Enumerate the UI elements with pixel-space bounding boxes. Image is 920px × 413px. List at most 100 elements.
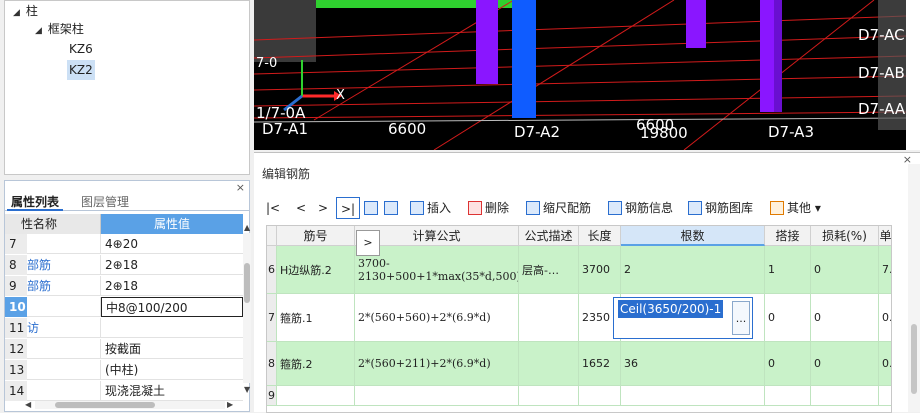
viewport-side-strip (906, 0, 920, 150)
table-cell[interactable]: 0 (811, 294, 879, 341)
column (686, 0, 706, 48)
property-value[interactable]: 2⊕18 (101, 255, 243, 275)
property-value[interactable] (101, 318, 243, 338)
table-cell[interactable] (519, 294, 579, 341)
property-row[interactable]: 10 中8@100/200 (5, 297, 243, 317)
column-header[interactable]: 损耗(%) (811, 226, 879, 246)
tab-property-list[interactable]: 属性列表 (7, 193, 64, 211)
property-row[interactable]: 14 现浇混凝土 (5, 381, 243, 401)
more-button[interactable]: ... (732, 301, 750, 335)
first-row-button[interactable]: |< (266, 197, 280, 219)
table-cell[interactable] (277, 386, 355, 405)
scroll-right-icon[interactable]: ▶ (227, 400, 233, 409)
last-row-button[interactable]: >| (336, 197, 361, 219)
table-cell[interactable] (621, 386, 765, 405)
expand-icon[interactable]: ◢ (13, 8, 20, 18)
editor-toolbar: |< < > >| 插入 删除 缩尺配筋 钢筋信息 钢筋图库 其他 ▾ (262, 197, 912, 221)
table-cell[interactable]: 箍筋.1 (277, 294, 355, 341)
table-cell: 7 (267, 294, 277, 341)
property-value[interactable]: 中8@100/200 (101, 297, 243, 317)
editor-vertical-scrollbar[interactable] (908, 164, 920, 412)
table-cell[interactable]: 0.9 (879, 294, 891, 341)
next-row-button[interactable]: > (318, 197, 328, 219)
table-cell[interactable]: 1652 (579, 342, 621, 385)
table-cell[interactable] (519, 342, 579, 385)
scrollbar-thumb[interactable] (911, 324, 917, 394)
property-row[interactable]: 12 按截面 (5, 339, 243, 359)
table-cell[interactable] (811, 386, 879, 405)
column-header[interactable]: 公式描述 (519, 226, 579, 246)
table-cell[interactable]: 箍筋.2 (277, 342, 355, 385)
property-row[interactable]: 9 部筋 2⊕18 (5, 276, 243, 296)
tree-item-frame-column[interactable]: ◢ 框架柱 (35, 19, 84, 39)
table-row[interactable]: 8箍筋.22*(560+211)+2*(6.9*d)165236000.6 (267, 342, 891, 386)
table-cell[interactable]: 2*(560+211)+2*(6.9*d) (355, 342, 519, 385)
column-header[interactable]: 单 (879, 226, 891, 246)
table-cell[interactable]: 0 (811, 342, 879, 385)
table-cell[interactable] (879, 386, 891, 405)
count-edit-text[interactable]: Ceil(3650/200)-1 (618, 300, 724, 318)
property-value[interactable]: 2⊕18 (101, 276, 243, 296)
grid-label: D7-A3 (768, 123, 814, 141)
column-header[interactable]: 根数 (621, 226, 765, 246)
tab-layer-manager[interactable]: 图层管理 (77, 193, 133, 211)
move-up-button[interactable] (364, 197, 381, 219)
table-cell[interactable]: 2*(560+560)+2*(6.9*d) (355, 294, 519, 341)
property-vertical-scrollbar[interactable] (243, 233, 251, 383)
property-value[interactable]: 按截面 (101, 339, 243, 359)
property-table-header: 性名称 属性值 (5, 214, 243, 234)
rebar-library-button[interactable]: 钢筋图库 (688, 197, 753, 219)
table-cell[interactable]: 3700 (579, 246, 621, 293)
insert-button[interactable]: 插入 (410, 197, 451, 219)
scale-rebar-button[interactable]: 缩尺配筋 (526, 197, 591, 219)
table-cell[interactable]: 7.4 (879, 246, 891, 293)
property-name (27, 360, 101, 380)
column-header[interactable]: 搭接 (765, 226, 811, 246)
property-row[interactable]: 8 部筋 2⊕18 (5, 255, 243, 275)
table-cell[interactable]: 0 (811, 246, 879, 293)
row-number: 11 (5, 318, 27, 338)
expand-icon[interactable]: ◢ (35, 26, 42, 36)
table-cell[interactable]: 层高-… (519, 246, 579, 293)
property-name: 访 (27, 318, 101, 338)
table-cell[interactable]: 1 (765, 246, 811, 293)
property-value[interactable]: 现浇混凝土 (101, 381, 243, 401)
property-value[interactable]: (中柱) (101, 360, 243, 380)
column-header[interactable]: 长度 (579, 226, 621, 246)
table-cell[interactable]: 36 (621, 342, 765, 385)
column-header[interactable]: 筋号 (277, 226, 355, 246)
scroll-left-icon[interactable]: ◀ (25, 400, 31, 409)
table-cell[interactable] (355, 386, 519, 405)
table-cell[interactable] (765, 386, 811, 405)
table-cell[interactable]: 0 (765, 294, 811, 341)
delete-button[interactable]: 删除 (468, 197, 509, 219)
table-cell[interactable]: 0.6 (879, 342, 891, 385)
property-row[interactable]: 11 访 (5, 318, 243, 338)
count-edit-field[interactable]: Ceil(3650/200)-1... (613, 297, 753, 339)
property-horizontal-scrollbar[interactable] (35, 401, 225, 409)
rebar-info-button[interactable]: 钢筋信息 (608, 197, 673, 219)
table-cell[interactable]: H边纵筋.2 (277, 246, 355, 293)
property-row[interactable]: 7 4⊕20 (5, 234, 243, 254)
scroll-up-icon[interactable]: ▲ (244, 223, 250, 232)
table-cell[interactable]: 2 (621, 246, 765, 293)
property-value[interactable]: 4⊕20 (101, 234, 243, 254)
table-row[interactable]: 9 (267, 386, 891, 406)
scrollbar-thumb[interactable] (55, 402, 155, 408)
property-row[interactable]: 13 (中柱) (5, 360, 243, 380)
table-cell[interactable] (519, 386, 579, 405)
table-row[interactable]: 7箍筋.12*(560+560)+2*(6.9*d)2350000.9Ceil(… (267, 294, 891, 342)
table-cell[interactable] (579, 386, 621, 405)
tree-item-column[interactable]: ◢ 柱 (13, 1, 38, 21)
scroll-down-icon[interactable]: ▼ (244, 385, 250, 394)
tree-item-kz6[interactable]: KZ6 (69, 39, 93, 59)
tree-item-kz2[interactable]: KZ2 (67, 60, 95, 80)
move-down-button[interactable] (384, 197, 401, 219)
model-viewport[interactable]: X D7-A1 D7-A2 D7-A3 D7-AC D7-AB D7-AA 1/… (254, 0, 906, 150)
tooltip-expand[interactable]: > (356, 230, 380, 256)
scrollbar-thumb[interactable] (244, 263, 250, 303)
other-menu-button[interactable]: 其他 ▾ (770, 197, 821, 219)
prev-row-button[interactable]: < (296, 197, 306, 219)
table-cell[interactable]: 0 (765, 342, 811, 385)
info-icon (608, 201, 622, 215)
